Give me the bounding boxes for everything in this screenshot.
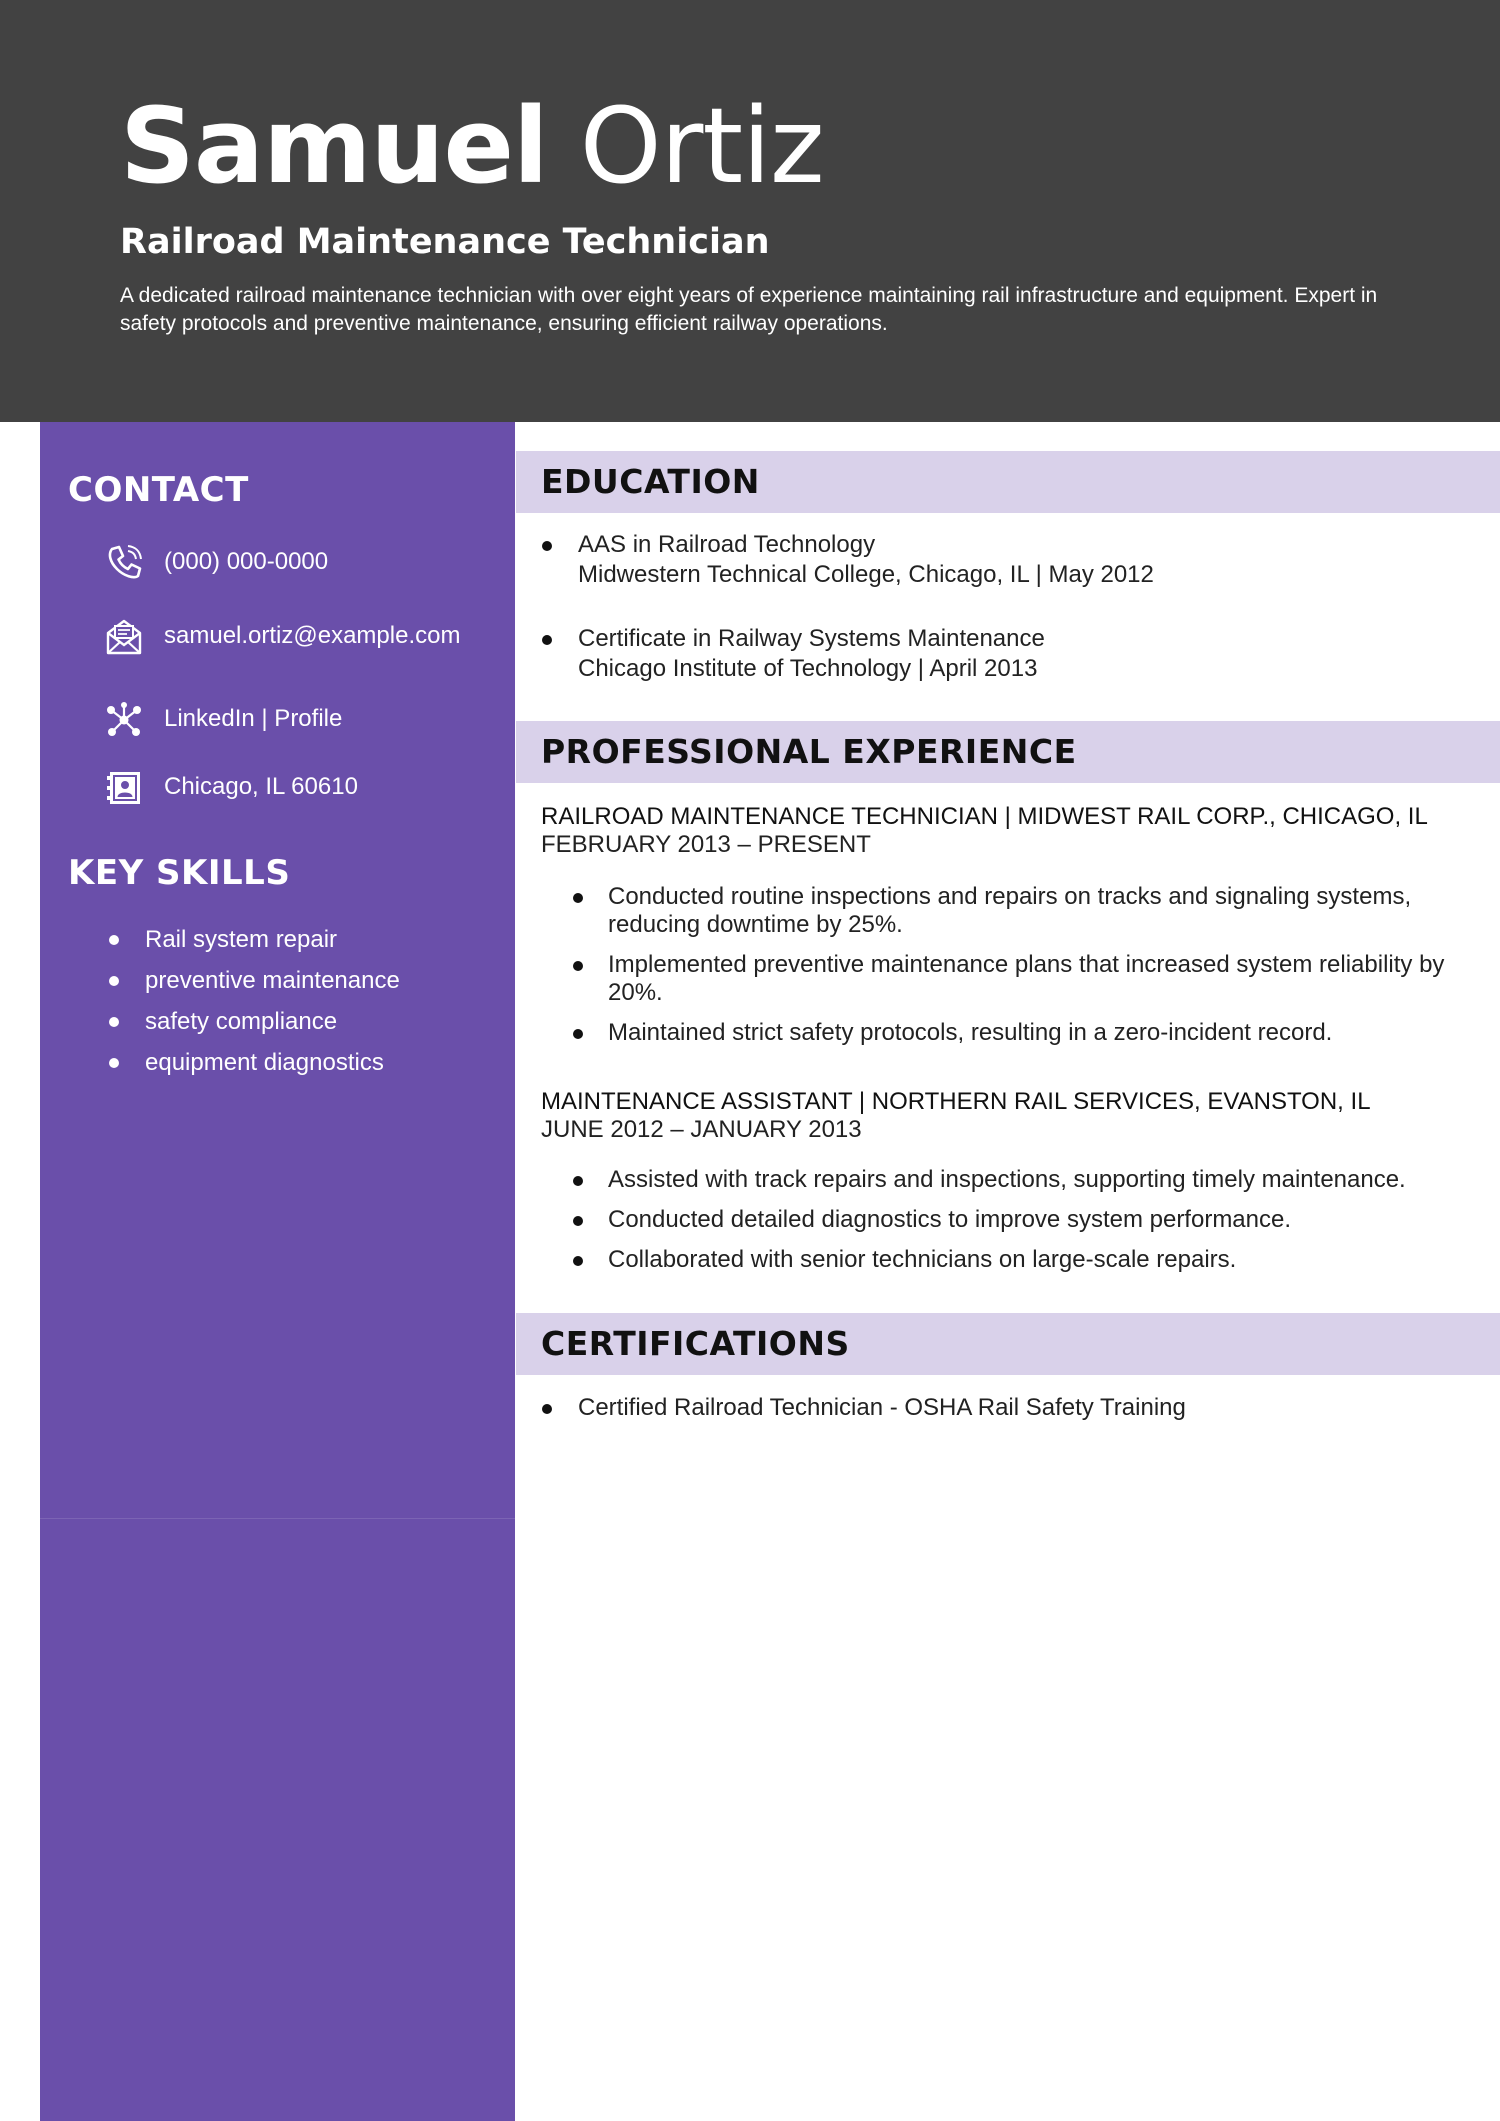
job-bullet: Maintained strict safety protocols, resu…: [570, 1019, 1480, 1047]
key-skills-heading: KEY SKILLS: [68, 853, 291, 893]
contact-heading: CONTACT: [68, 470, 249, 510]
contact-email-text[interactable]: samuel.ortiz@example.com: [164, 621, 464, 650]
job-bullet: Implemented preventive maintenance plans…: [570, 951, 1480, 1007]
education-item: AAS in Railroad Technology Midwestern Te…: [540, 530, 1480, 590]
email-icon: [104, 617, 144, 657]
phone-icon: [104, 543, 144, 583]
job-title: Railroad Maintenance Technician: [120, 222, 770, 262]
skill-item: safety compliance: [105, 1007, 505, 1048]
contact-email[interactable]: samuel.ortiz@example.com: [104, 617, 504, 677]
job-bullet: Conducted detailed diagnostics to improv…: [570, 1206, 1480, 1234]
network-icon: [104, 700, 144, 740]
certifications-heading: CERTIFICATIONS: [541, 1324, 850, 1363]
job-title-line: MAINTENANCE ASSISTANT | NORTHERN RAIL SE…: [541, 1088, 1371, 1115]
profile-summary: A dedicated railroad maintenance technic…: [120, 284, 1378, 335]
skill-item: preventive maintenance: [105, 966, 505, 1007]
skills-list: Rail system repair preventive maintenanc…: [105, 925, 505, 1089]
job-dates: JUNE 2012 – JANUARY 2013: [541, 1116, 862, 1143]
education-degree: AAS in Railroad Technology: [578, 531, 876, 558]
skill-item: equipment diagnostics: [105, 1048, 505, 1089]
education-section-bar: EDUCATION: [516, 451, 1500, 513]
job-bullets: Assisted with track repairs and inspecti…: [570, 1166, 1480, 1286]
contact-phone: (000) 000-0000: [104, 543, 504, 603]
job-dates: FEBRUARY 2013 – PRESENT: [541, 831, 871, 858]
contact-linkedin-text[interactable]: LinkedIn | Profile: [164, 704, 464, 733]
experience-heading: PROFESSIONAL EXPERIENCE: [541, 732, 1077, 771]
job-bullet: Conducted routine inspections and repair…: [570, 883, 1480, 939]
contact-address: Chicago, IL 60610: [104, 768, 504, 828]
education-detail: Midwestern Technical College, Chicago, I…: [578, 561, 1154, 588]
contact-address-text: Chicago, IL 60610: [164, 773, 358, 800]
education-degree: Certificate in Railway Systems Maintenan…: [578, 625, 1045, 652]
last-name: Ortiz: [579, 85, 825, 207]
contact-phone-text: (000) 000-0000: [164, 548, 329, 575]
skill-item: Rail system repair: [105, 925, 505, 966]
resume-header: [0, 0, 1500, 422]
certifications-section-bar: CERTIFICATIONS: [516, 1313, 1500, 1375]
job-bullets: Conducted routine inspections and repair…: [570, 883, 1480, 1059]
certification-item: Certified Railroad Technician - OSHA Rai…: [540, 1393, 1480, 1423]
job-bullet: Assisted with track repairs and inspecti…: [570, 1166, 1480, 1194]
education-item: Certificate in Railway Systems Maintenan…: [540, 624, 1480, 684]
job-bullet: Collaborated with senior technicians on …: [570, 1246, 1480, 1274]
sidebar-page-divider: [40, 1518, 515, 1519]
education-detail: Chicago Institute of Technology | April …: [578, 655, 1038, 682]
experience-section-bar: PROFESSIONAL EXPERIENCE: [516, 721, 1500, 783]
education-heading: EDUCATION: [541, 462, 760, 501]
job-title-line: RAILROAD MAINTENANCE TECHNICIAN | MIDWES…: [541, 803, 1428, 830]
address-card-icon: [104, 768, 144, 808]
candidate-name: Samuel Ortiz: [120, 85, 825, 207]
first-name: Samuel: [120, 85, 549, 207]
contact-linkedin[interactable]: LinkedIn | Profile: [104, 700, 504, 760]
